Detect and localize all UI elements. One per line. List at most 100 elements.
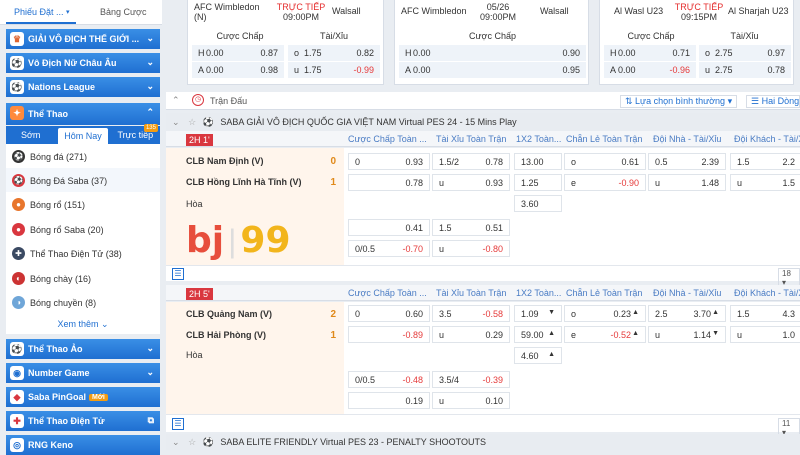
sidebar-item-number-game[interactable]: ◉ Number Game ⌄ — [6, 363, 160, 383]
featured-match-card[interactable]: AFC Wimbledon (N) TRỰC TIẾP 09:00PM Wals… — [187, 0, 384, 85]
filter-select[interactable]: ⇅ Lựa chọn bình thường ▾ — [620, 95, 738, 108]
odds-button[interactable]: o 0.23 ▲ — [564, 305, 646, 322]
sidebar-item-label: Saba PinGoal — [28, 392, 87, 402]
sidebar-item-saba-pingoal[interactable]: ◆ Saba PinGoal Mới — [6, 387, 160, 407]
sidebar-item-sports[interactable]: ✦ Thể Thao ⌃ — [6, 103, 160, 125]
view-select[interactable]: ☰ Hai Dòng ▾ — [746, 95, 800, 108]
sidebar-item-nations-league[interactable]: ⚽ Nations League ⌄ — [6, 77, 160, 97]
away-team: Al Sharjah U23 — [728, 6, 789, 16]
sidebar-item-soccer[interactable]: ⚽ Bóng đá (271) — [6, 144, 160, 169]
odds-button[interactable]: 0.78 — [348, 174, 430, 191]
odds-button[interactable]: 59.00 ▲ — [514, 326, 562, 343]
odds-button[interactable]: 0.5 2.39 — [648, 153, 726, 170]
sidebar-item-saba-soccer[interactable]: ⚽ Bóng Đá Saba (37) — [6, 168, 160, 193]
sidebar-item-rng-keno[interactable]: ◎ RNG Keno — [6, 435, 160, 455]
sidebar-item-saba-basketball[interactable]: ● Bóng rổ Saba (20) — [6, 217, 160, 242]
odds-button[interactable]: u 0.29 — [432, 326, 510, 343]
filter-label: Lựa chọn bình thường — [635, 96, 726, 106]
home-team[interactable]: CLB Nam Định (V) — [186, 156, 264, 166]
volleyball-icon: ◑ — [12, 296, 25, 309]
odds-up-icon: ▲ — [548, 330, 555, 337]
odds-button[interactable]: 2.5 3.70 ▲ — [648, 305, 726, 322]
odds-button[interactable]: 1.5 0.51 — [432, 219, 510, 236]
odds-button[interactable]: u 1.14 ▼ — [648, 326, 726, 343]
away-score: 1 — [330, 177, 336, 188]
odds-button[interactable]: 3.5 -0.58 — [432, 305, 510, 322]
odds-button[interactable]: u 0.93 — [432, 174, 510, 191]
odds-button[interactable]: 0/0.5 -0.48 — [348, 371, 430, 388]
odds-button[interactable]: o 1.75 0.82 — [288, 45, 380, 61]
odds-button[interactable]: 0/0.5 -0.70 — [348, 240, 430, 257]
sidebar-item-esports[interactable]: ✚ Thể Thao Điện Tử (38) — [6, 241, 160, 266]
sidebar-item-virtual-sports[interactable]: ⚽ Thể Thao Ảo ⌄ — [6, 339, 160, 359]
odds-button[interactable]: o 2.75 0.97 — [699, 45, 791, 61]
odds-button[interactable]: u 1.5 — [730, 174, 800, 191]
odds-button[interactable]: H 0.00 0.71 — [604, 45, 696, 61]
sidebar-item-volleyball[interactable]: ◑ Bóng chuyền (8) — [6, 290, 160, 315]
odds-button[interactable]: 0 0.93 — [348, 153, 430, 170]
new-badge: Mới — [89, 393, 108, 401]
col-1x2: 1X2 Toàn... — [516, 288, 562, 298]
sidebar-item-label: Thể Thao — [28, 109, 68, 119]
odds-button[interactable]: u 1.48 — [648, 174, 726, 191]
odds-button[interactable]: 0.41 — [348, 219, 430, 236]
odds-button[interactable]: u 1.0 — [730, 326, 800, 343]
tab-today[interactable]: Hôm Nay — [58, 128, 108, 144]
featured-match-card[interactable]: Al Wasl U23 TRỰC TIẾP 09:15PM Al Sharjah… — [599, 0, 794, 85]
featured-match-card[interactable]: AFC Wimbledon 05/26 09:00PM Walsall Cược… — [394, 0, 589, 85]
odds-button[interactable]: 1.5/2 0.78 — [432, 153, 510, 170]
home-team[interactable]: CLB Quảng Nam (V) — [186, 309, 272, 319]
chevron-down-icon[interactable]: ▾ — [66, 8, 70, 16]
odds-button[interactable]: H 0.00 0.90 — [399, 45, 586, 61]
odds-button[interactable]: 0 0.60 — [348, 305, 430, 322]
odds-button[interactable]: 1.09 ▼ — [514, 305, 562, 322]
chevron-up-icon[interactable]: ⌃ — [172, 95, 180, 106]
odds-button[interactable]: e -0.52 ▲ — [564, 326, 646, 343]
sidebar-item-basketball[interactable]: ● Bóng rổ (151) — [6, 192, 160, 217]
market-handicap: Cược Chấp — [216, 31, 264, 41]
odds-button[interactable]: e -0.90 — [564, 174, 646, 191]
stats-icon[interactable]: ☰ — [172, 268, 184, 280]
period-badge: 2H 5' — [186, 288, 213, 300]
away-team[interactable]: CLB Hồng Lĩnh Hà Tĩnh (V) — [186, 177, 301, 187]
odds-button[interactable]: u -0.80 — [432, 240, 510, 257]
tab-early[interactable]: Sớm — [6, 126, 55, 144]
odds-button[interactable]: H 0.00 0.87 — [192, 45, 284, 61]
odds-button[interactable]: 3.5/4 -0.39 — [432, 371, 510, 388]
odds-button[interactable]: A 0.00 0.98 — [192, 62, 284, 78]
league-header[interactable]: ⌄ ☆ ⚽ SABA ELITE FRIENDLY Virtual PES 23… — [166, 434, 800, 450]
match-teams: CLB Nam Định (V) 0 CLB Hồng Lĩnh Hà Tĩnh… — [166, 148, 344, 265]
odds-button[interactable]: u 1.75 -0.99 — [288, 62, 380, 78]
gamepad-icon: ✚ — [12, 247, 25, 260]
odds-button[interactable]: -0.89 — [348, 326, 430, 343]
odds-down-icon: ▼ — [548, 309, 555, 316]
match-date: 05/26 — [486, 2, 510, 12]
odds-button[interactable]: u 0.10 — [432, 392, 510, 409]
stats-icon[interactable]: ☰ — [172, 418, 184, 430]
away-team[interactable]: CLB Hải Phòng (V) — [186, 330, 266, 340]
tab-bet-list[interactable]: Bảng Cược — [100, 7, 146, 17]
logo-divider: | — [228, 223, 237, 259]
odds-button[interactable]: 1.5 2.2 — [730, 153, 800, 170]
sidebar-item-esports-link[interactable]: ✚ Thể Thao Điện Tử ⧉ — [6, 411, 160, 431]
show-more-link[interactable]: Xem thêm ⌄ — [6, 314, 160, 334]
odds-button[interactable]: o 0.61 — [564, 153, 646, 170]
odds-button[interactable]: u 2.75 0.78 — [699, 62, 791, 78]
odds-button[interactable]: 1.5 4.3 — [730, 305, 800, 322]
league-header[interactable]: ⌄ ☆ ⚽ SABA GIẢI VÔ ĐỊCH QUỐC GIA VIỆT NA… — [166, 113, 800, 131]
sidebar-item-women-euro[interactable]: ⚽ Vô Địch Nữ Châu Âu ⌄ — [6, 53, 160, 73]
star-icon[interactable]: ☆ — [188, 437, 196, 447]
tab-bet-slip[interactable]: Phiếu Đặt ... — [14, 7, 64, 17]
odds-button[interactable]: 13.00 — [514, 153, 562, 170]
odds-button[interactable]: A 0.00 0.95 — [399, 62, 586, 78]
odds-button[interactable]: 0.19 — [348, 392, 430, 409]
odds-button[interactable]: 4.60 ▲ — [514, 347, 562, 364]
odds-button[interactable]: 1.25 — [514, 174, 562, 191]
odds-button[interactable]: A 0.00 -0.96 — [604, 62, 696, 78]
away-score: 1 — [330, 330, 336, 341]
tab-live[interactable]: Trực tiếp 135 — [111, 124, 160, 144]
odds-button[interactable]: 3.60 — [514, 195, 562, 212]
sidebar-item-baseball[interactable]: ◐ Bóng chày (16) — [6, 266, 160, 291]
sidebar-item-world-cup[interactable]: ♛ GIẢI VÔ ĐỊCH THẾ GIỚI ... ⌄ — [6, 29, 160, 49]
star-icon[interactable]: ☆ — [188, 117, 196, 127]
